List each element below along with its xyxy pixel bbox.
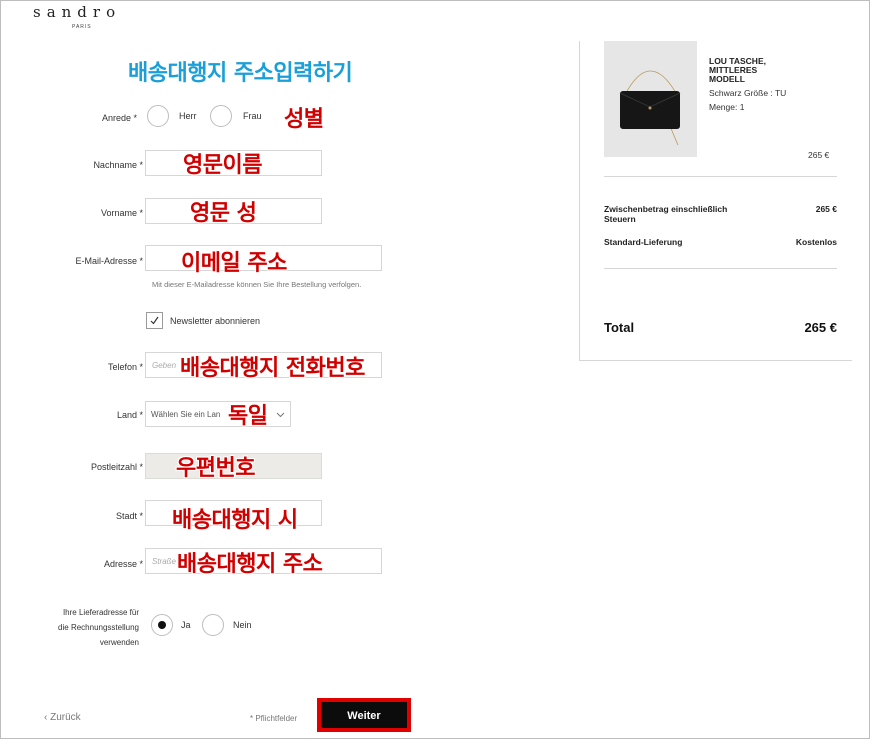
annotation-country: 독일 xyxy=(228,404,268,429)
radio-frau-label: Frau xyxy=(243,111,262,121)
weiter-button[interactable]: Weiter xyxy=(321,702,407,728)
land-label: Land * xyxy=(116,410,143,420)
annotation-firstname: 영문 성 xyxy=(190,201,257,226)
check-icon xyxy=(150,316,159,325)
adresse-placeholder: Straße xyxy=(152,557,177,566)
chevron-left-icon: ‹ xyxy=(44,712,48,723)
radio-frau[interactable] xyxy=(210,105,232,127)
annotation-gender: 성별 xyxy=(284,107,324,132)
newsletter-checkbox[interactable] xyxy=(146,312,163,329)
chevron-down-icon xyxy=(276,412,285,418)
email-label: E-Mail-Adresse * xyxy=(75,256,143,266)
product-variant: Schwarz Größe : TU xyxy=(709,88,787,98)
required-footnote: * Pflichtfelder xyxy=(250,714,298,723)
bag-image xyxy=(619,70,681,146)
email-hint: Mit dieser E-Mailadresse können Sie Ihre… xyxy=(152,280,362,289)
radio-herr-label: Herr xyxy=(179,111,197,121)
product-quantity: Menge: 1 xyxy=(709,102,745,112)
radio-herr[interactable] xyxy=(147,105,169,127)
land-select-value: Wählen Sie ein Lan xyxy=(151,410,221,419)
divider xyxy=(604,268,837,269)
nachname-label: Nachname * xyxy=(93,160,143,170)
brand-logo[interactable]: sandro xyxy=(33,3,121,21)
land-select[interactable]: Wählen Sie ein Lan xyxy=(145,401,291,427)
newsletter-label: Newsletter abonnieren xyxy=(170,316,261,326)
adresse-label: Adresse * xyxy=(103,559,143,569)
total-value: 265 € xyxy=(804,320,837,335)
subtotal-label: Zwischenbetrag einschließlich Steuern xyxy=(604,204,728,224)
annotation-city: 배송대행지 시 xyxy=(172,508,298,533)
radio-ja[interactable] xyxy=(151,614,173,636)
product-image[interactable] xyxy=(604,41,697,157)
subtotal-value: 265 € xyxy=(815,204,837,214)
back-link[interactable]: ‹ Zurück xyxy=(44,712,81,723)
brand-sub: PARIS xyxy=(72,24,92,30)
annotation-phone: 배송대행지 전화번호 xyxy=(180,356,365,381)
annotation-title: 배송대행지 주소입력하기 xyxy=(128,61,353,86)
annotation-postal: 우편번호 xyxy=(176,456,255,481)
weiter-highlight: Weiter xyxy=(317,698,411,732)
shipping-label: Standard-Lieferung xyxy=(604,237,683,247)
annotation-lastname: 영문이름 xyxy=(183,153,262,178)
radio-ja-label: Ja xyxy=(181,620,191,630)
telefon-placeholder: Geben xyxy=(152,361,177,370)
product-price: 265 € xyxy=(808,150,830,160)
anrede-label: Anrede * xyxy=(101,113,137,123)
total-label: Total xyxy=(604,320,635,335)
shipping-value: Kostenlos xyxy=(795,237,837,247)
stadt-label: Stadt * xyxy=(115,511,143,521)
annotation-email: 이메일 주소 xyxy=(181,251,287,276)
telefon-label: Telefon * xyxy=(107,362,143,372)
vorname-label: Vorname * xyxy=(100,208,143,218)
plz-label: Postleitzahl * xyxy=(90,462,143,472)
product-title[interactable]: LOU TASCHE, MITTLERES MODELL xyxy=(709,57,766,84)
divider xyxy=(604,176,837,177)
annotation-address: 배송대행지 주소 xyxy=(177,552,323,577)
radio-nein[interactable] xyxy=(202,614,224,636)
radio-nein-label: Nein xyxy=(233,620,252,630)
billing-label: Ihre Lieferadresse für die Rechnungsstel… xyxy=(58,608,139,647)
